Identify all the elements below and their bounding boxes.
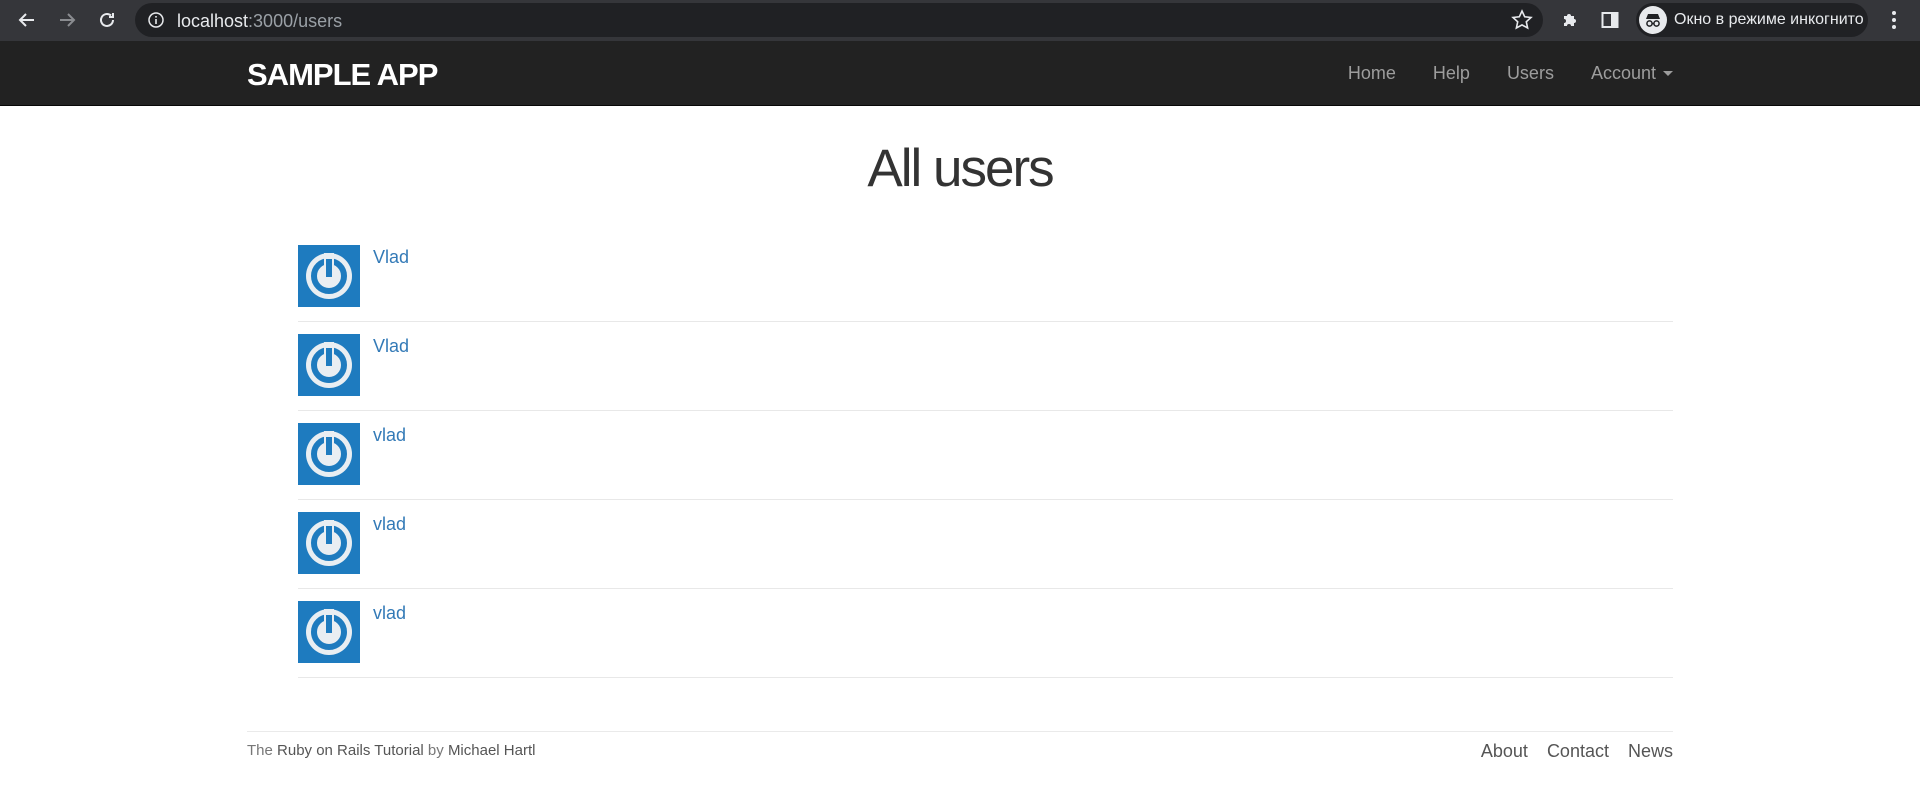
user-name-link[interactable]: Vlad: [373, 247, 409, 268]
forward-icon: [60, 13, 76, 27]
gravatar-icon[interactable]: [298, 423, 360, 485]
back-icon: [18, 13, 34, 27]
browser-toolbar: localhost:3000/users Окно в режиме инког…: [0, 0, 1920, 41]
brand-logo[interactable]: SAMPLE APP: [247, 57, 438, 93]
user-list-item: vlad: [298, 411, 1673, 500]
menu-dots-icon: [1892, 11, 1896, 29]
incognito-label: Окно в режиме инкогнито: [1674, 11, 1864, 28]
gravatar-icon[interactable]: [298, 601, 360, 663]
incognito-badge[interactable]: Окно в режиме инкогнито: [1636, 3, 1868, 37]
footer-nav: About Contact News: [1462, 741, 1673, 762]
incognito-icon: [1639, 6, 1667, 34]
gravatar-icon[interactable]: [298, 245, 360, 307]
reload-button[interactable]: [91, 4, 123, 36]
user-name-link[interactable]: vlad: [373, 603, 406, 624]
tutorial-link[interactable]: Ruby on Rails Tutorial: [277, 742, 424, 759]
address-bar[interactable]: localhost:3000/users: [135, 3, 1543, 37]
browser-menu-button[interactable]: [1880, 6, 1908, 34]
nav-home-link[interactable]: Home: [1348, 63, 1396, 84]
back-button[interactable]: [11, 4, 43, 36]
nav-users-link[interactable]: Users: [1507, 63, 1554, 84]
app-navbar: SAMPLE APP Home Help Users Account: [0, 41, 1920, 106]
star-icon[interactable]: [1511, 9, 1533, 31]
nav-account-dropdown[interactable]: Account: [1591, 63, 1673, 84]
url-path: :3000/users: [248, 11, 343, 31]
url-text: localhost:3000/users: [177, 11, 342, 32]
nav-account-label: Account: [1590, 63, 1656, 83]
info-icon[interactable]: [147, 11, 165, 29]
user-name-link[interactable]: Vlad: [373, 336, 409, 357]
footer-news-link[interactable]: News: [1628, 741, 1673, 762]
url-host: localhost: [177, 11, 249, 31]
gravatar-icon[interactable]: [298, 334, 360, 396]
footer-by: by: [423, 742, 448, 759]
author-link[interactable]: Michael Hartl: [448, 742, 536, 759]
footer-credit: The Ruby on Rails Tutorial by Michael Ha…: [247, 742, 535, 759]
users-list: Vlad Vlad vlad vlad vlad: [298, 233, 1673, 678]
side-panel-button[interactable]: [1596, 6, 1624, 34]
side-panel-icon: [1601, 12, 1619, 28]
user-name-link[interactable]: vlad: [373, 425, 406, 446]
extensions-icon: [1564, 14, 1576, 26]
page-footer: The Ruby on Rails Tutorial by Michael Ha…: [247, 731, 1673, 781]
extensions-button[interactable]: [1556, 6, 1584, 34]
page-title: All users: [867, 139, 1054, 198]
caret-down-icon: [1663, 71, 1673, 76]
user-list-item: Vlad: [298, 233, 1673, 322]
user-list-item: Vlad: [298, 322, 1673, 411]
nav-help-link[interactable]: Help: [1433, 63, 1470, 84]
user-name-link[interactable]: vlad: [373, 514, 406, 535]
footer-prefix: The: [247, 742, 278, 759]
reload-icon: [100, 12, 114, 27]
footer-contact-link[interactable]: Contact: [1547, 741, 1609, 762]
footer-about-link[interactable]: About: [1481, 741, 1528, 762]
user-list-item: vlad: [298, 500, 1673, 589]
gravatar-icon[interactable]: [298, 512, 360, 574]
user-list-item: vlad: [298, 589, 1673, 678]
forward-button[interactable]: [51, 4, 83, 36]
nav-menu: Home Help Users Account: [1311, 41, 1673, 106]
